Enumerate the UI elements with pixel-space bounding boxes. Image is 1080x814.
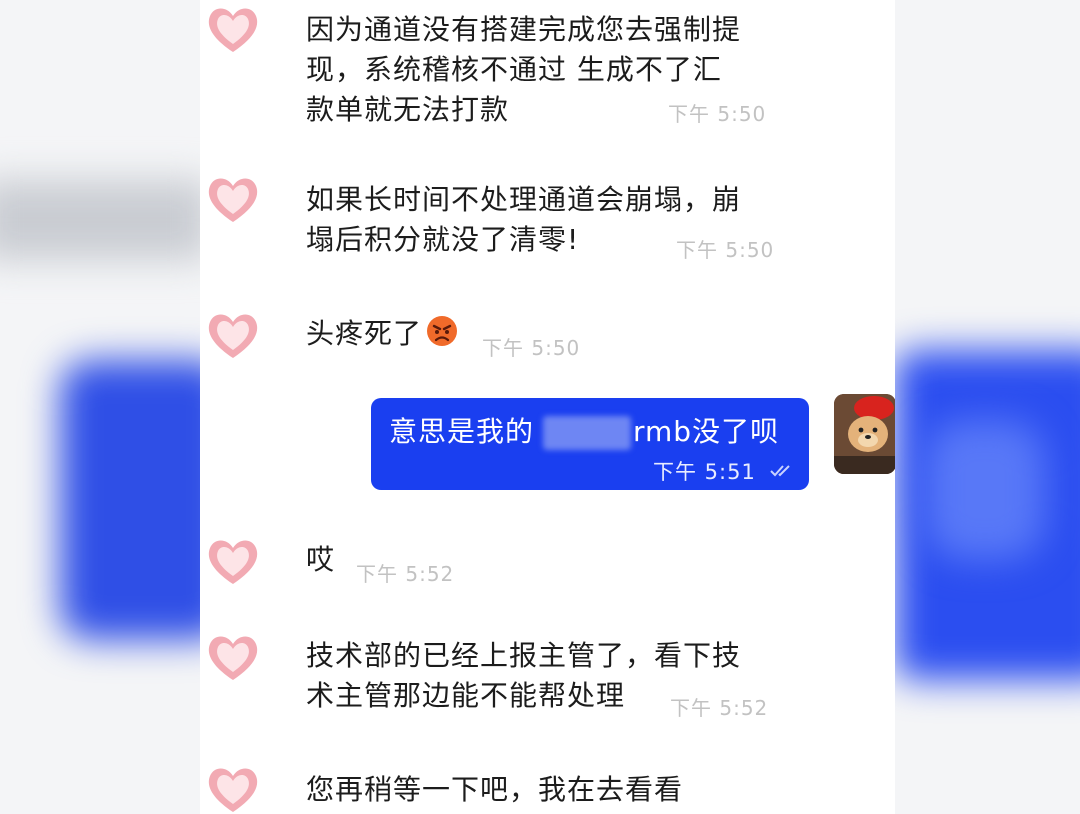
redacted-amount bbox=[543, 416, 631, 450]
message-text: 头疼死了 bbox=[306, 314, 458, 354]
message-timestamp: 下午 5:50 bbox=[668, 102, 767, 126]
blurred-shape bbox=[60, 360, 200, 640]
heart-avatar-icon bbox=[208, 314, 258, 358]
message-line: 现，系统稽核不通过 生成不了汇 bbox=[306, 53, 722, 86]
heart-avatar-icon bbox=[208, 768, 258, 812]
contact-avatar[interactable] bbox=[204, 308, 262, 362]
message-text-after: rmb没了呗 bbox=[633, 415, 780, 448]
blurred-right-panel bbox=[895, 0, 1080, 814]
contact-avatar[interactable] bbox=[204, 2, 262, 56]
message-line: 技术部的已经上报主管了，看下技 bbox=[306, 639, 742, 672]
message-timestamp: 下午 5:52 bbox=[670, 696, 769, 720]
message-timestamp: 下午 5:50 bbox=[482, 336, 581, 360]
blurred-shape bbox=[0, 180, 200, 260]
message-text-before: 意思是我的 bbox=[389, 415, 535, 448]
message-line: 头疼死了 bbox=[306, 317, 423, 350]
contact-avatar[interactable] bbox=[204, 534, 262, 588]
dog-with-hat-avatar-icon bbox=[834, 394, 895, 474]
message-timestamp: 下午 5:52 bbox=[356, 562, 455, 586]
outgoing-message-bubble[interactable]: 意思是我的 rmb没了呗 下午 5:51 bbox=[371, 398, 809, 490]
angry-face-emoji bbox=[427, 316, 458, 346]
message-timestamp: 下午 5:51 bbox=[653, 460, 756, 484]
message-timestamp: 下午 5:50 bbox=[676, 238, 775, 262]
blurred-shape bbox=[925, 420, 1045, 560]
message-text: 您再稍等一下吧，我在去看看 bbox=[306, 770, 683, 810]
self-avatar[interactable] bbox=[834, 394, 895, 474]
contact-avatar[interactable] bbox=[204, 172, 262, 226]
chat-pane[interactable]: 因为通道没有搭建完成您去强制提 现，系统稽核不通过 生成不了汇 款单就无法打款 … bbox=[200, 0, 895, 814]
heart-avatar-icon bbox=[208, 636, 258, 680]
message-text: 哎 bbox=[306, 540, 335, 580]
message-line: 您再稍等一下吧，我在去看看 bbox=[306, 773, 684, 806]
message-line: 如果长时间不处理通道会崩塌，崩 bbox=[306, 183, 742, 216]
message-line: 因为通道没有搭建完成您去强制提 bbox=[306, 13, 742, 46]
heart-avatar-icon bbox=[208, 8, 258, 52]
heart-avatar-icon bbox=[208, 540, 258, 584]
contact-avatar[interactable] bbox=[204, 630, 262, 684]
blurred-left-panel bbox=[0, 0, 200, 814]
contact-avatar[interactable] bbox=[204, 762, 262, 814]
heart-avatar-icon bbox=[208, 178, 258, 222]
double-check-icon bbox=[770, 465, 790, 477]
message-line: 哎 bbox=[306, 543, 336, 576]
